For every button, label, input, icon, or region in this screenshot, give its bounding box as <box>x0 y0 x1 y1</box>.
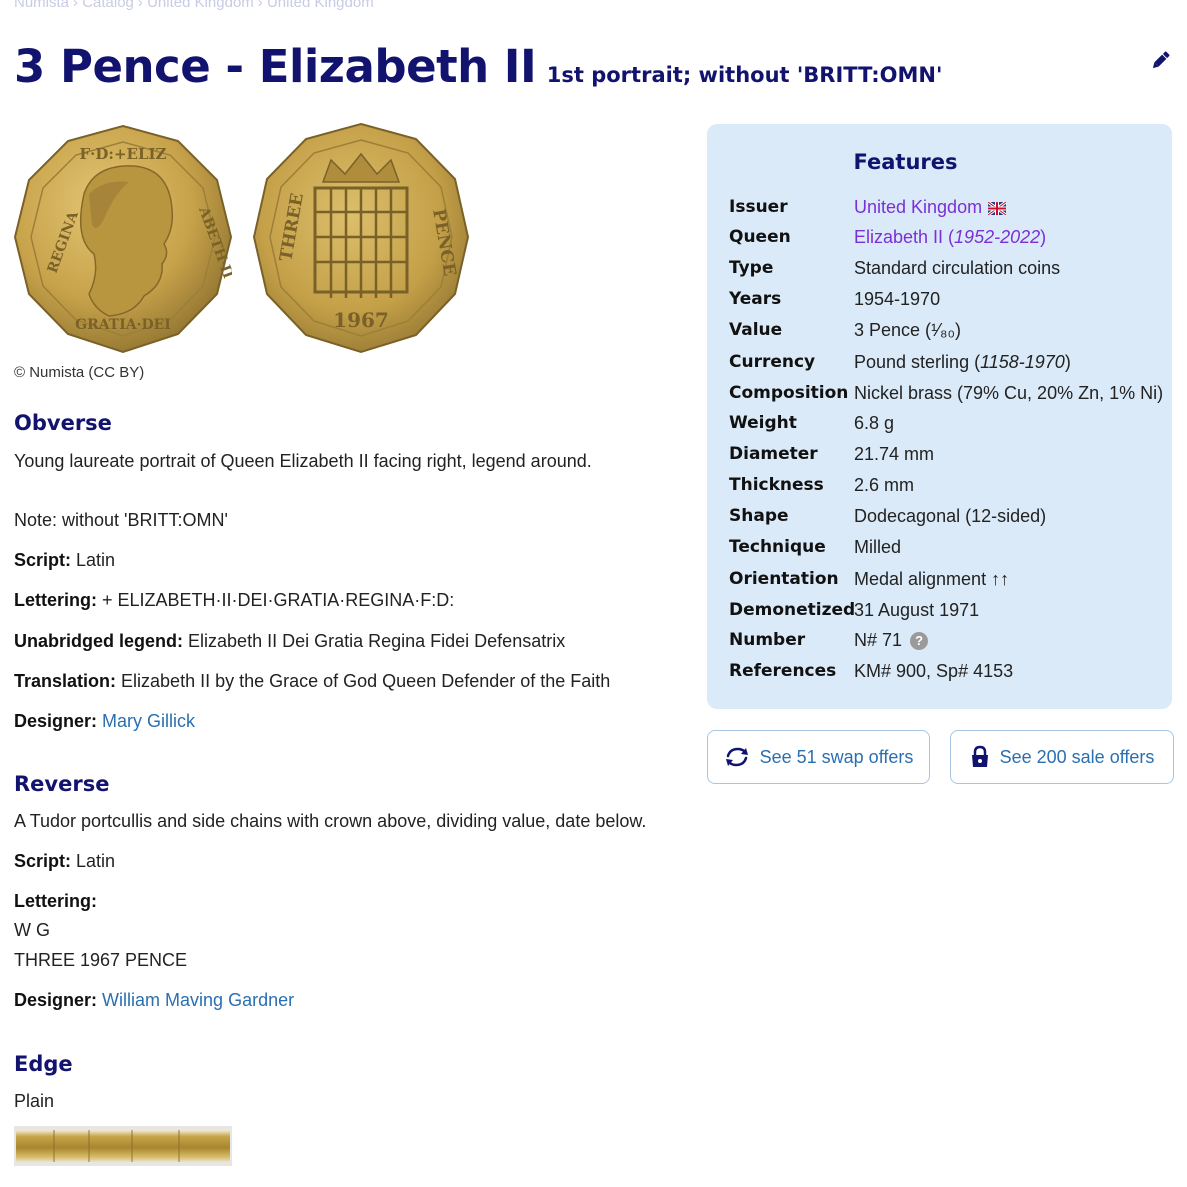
image-credit: © Numista (CC BY) <box>14 364 145 381</box>
obverse-unabridged-legend: Unabridged legend: Elizabeth II Dei Grat… <box>14 631 565 652</box>
feature-label: Queen <box>729 227 791 247</box>
coin-edge-image[interactable] <box>14 1126 232 1166</box>
designer-link[interactable]: William Maving Gardner <box>102 990 294 1010</box>
value: Latin <box>76 851 116 871</box>
edit-pen-icon[interactable] <box>1150 50 1170 72</box>
breadcrumb: Numista › Catalog › United Kingdom › United… <box>14 0 378 11</box>
value: Elizabeth II Dei Gratia Regina Fidei Def… <box>188 631 566 651</box>
feature-label: Years <box>729 289 782 309</box>
feature-label: Diameter <box>729 444 818 464</box>
label: Script: <box>14 550 72 570</box>
feature-value: Pound sterling (1158-1970) <box>854 352 1071 373</box>
feature-label: Number <box>729 630 806 650</box>
currency-years: 1158-1970 <box>980 352 1065 372</box>
reverse-script: Script: Latin <box>14 851 115 872</box>
designer-link[interactable]: Mary Gillick <box>102 711 195 731</box>
coin-title: 3 Pence - Elizabeth II <box>14 40 537 93</box>
feature-label: Issuer <box>729 197 788 217</box>
edge-heading: Edge <box>14 1052 73 1076</box>
currency-name: Pound sterling ( <box>854 352 981 372</box>
breadcrumb-item[interactable]: Catalog <box>82 0 134 11</box>
feature-value: Medal alignment ↑↑ <box>854 569 1010 589</box>
queen-close: ) <box>1040 227 1047 247</box>
page-title: 3 Pence - Elizabeth II 1st portrait; wit… <box>14 40 942 93</box>
number-value: N# 71 <box>854 630 903 650</box>
swap-offers-button[interactable]: See 51 swap offers <box>707 730 930 784</box>
feature-label: References <box>729 661 837 681</box>
value: Elizabeth II by the Grace of God Queen D… <box>121 671 611 691</box>
breadcrumb-item[interactable]: United Kingdom <box>267 0 374 11</box>
technique-link[interactable]: Milled <box>854 537 901 558</box>
svg-text:1967: 1967 <box>333 308 389 332</box>
obverse-description: Young laureate portrait of Queen Elizabe… <box>14 451 592 471</box>
feature-value: 6.8 g <box>854 413 895 433</box>
reverse-lettering-label: Lettering: <box>14 891 97 912</box>
feature-label: Type <box>729 258 774 278</box>
features-panel: Features Issuer United Kingdom Queen Eli… <box>707 124 1172 709</box>
label: Designer: <box>14 711 98 731</box>
feature-label: Currency <box>729 352 816 372</box>
lock-bag-icon <box>971 745 988 767</box>
label: Lettering: <box>14 891 97 911</box>
feature-label: Orientation <box>729 569 839 589</box>
reverse-designer: Designer: William Maving Gardner <box>14 990 294 1011</box>
features-title: Features <box>853 150 958 174</box>
currency-close: ) <box>1064 352 1071 372</box>
reverse-heading: Reverse <box>14 772 110 796</box>
obverse-heading: Obverse <box>14 411 112 435</box>
swap-offers-label: See 51 swap offers <box>759 746 914 767</box>
swap-icon <box>725 747 748 767</box>
obverse-lettering: Lettering: + ELIZABETH·II·DEI·GRATIA·REG… <box>14 590 454 611</box>
help-icon[interactable]: ? <box>910 632 929 650</box>
obverse-script: Script: Latin <box>14 550 115 571</box>
feature-value[interactable]: Elizabeth II (1952-2022) <box>854 227 1046 248</box>
edge-value: Plain <box>14 1091 55 1111</box>
feature-value: N# 71? <box>854 630 929 651</box>
sale-offers-label: See 200 sale offers <box>999 746 1155 767</box>
obverse-note: Note: without 'BRITT:OMN' <box>14 510 228 530</box>
label: Designer: <box>14 990 98 1010</box>
coin-obverse-image[interactable]: F·D:+ELIZ REGINA ABETH·II GRATIA·DEI <box>14 124 232 354</box>
reverse-lettering-line: THREE 1967 PENCE <box>14 950 188 970</box>
feature-label: Shape <box>729 506 789 526</box>
svg-text:F·D:+ELIZ: F·D:+ELIZ <box>80 145 167 163</box>
breadcrumb-item[interactable]: Numista <box>14 0 69 11</box>
coin-subtitle: 1st portrait; without 'BRITT:OMN' <box>546 63 943 87</box>
label: Unabridged legend: <box>14 631 184 651</box>
reverse-lettering-line: W G <box>14 920 50 940</box>
feature-value: 1954-1970 <box>854 289 941 309</box>
obverse-designer: Designer: Mary Gillick <box>14 711 195 732</box>
feature-value: Nickel brass (79% Cu, 20% Zn, 1% Ni) <box>854 383 1164 403</box>
coin-reverse-image[interactable]: THREE PENCE 1967 <box>253 122 469 354</box>
value: + ELIZABETH·II·DEI·GRATIA·REGINA·F:D: <box>102 590 455 610</box>
queen-link[interactable]: Elizabeth II (1952-2022) <box>854 227 1046 247</box>
queen-name: Elizabeth II ( <box>854 227 955 247</box>
uk-flag-icon <box>988 202 1007 215</box>
svg-text:GRATIA·DEI: GRATIA·DEI <box>75 317 171 333</box>
feature-value: Dodecagonal (12-sided) <box>854 506 1047 526</box>
label: Script: <box>14 851 72 871</box>
type-link[interactable]: Standard circulation coins <box>854 258 1060 279</box>
sale-offers-button[interactable]: See 200 sale offers <box>950 730 1174 784</box>
feature-value: 21.74 mm <box>854 444 935 464</box>
feature-value: 2.6 mm <box>854 475 915 495</box>
feature-value: United Kingdom <box>854 197 1007 218</box>
label: Translation: <box>14 671 117 691</box>
feature-label: Demonetized <box>729 600 856 620</box>
feature-value: 3 Pence (¹⁄₈₀) <box>854 320 961 340</box>
feature-label: Value <box>729 320 783 340</box>
breadcrumb-item[interactable]: United Kingdom <box>147 0 254 11</box>
feature-value: 31 August 1971 <box>854 600 980 620</box>
feature-label: Weight <box>729 413 797 433</box>
reverse-description: A Tudor portcullis and side chains with … <box>14 811 647 831</box>
value: Latin <box>76 550 116 570</box>
feature-value: KM# 900, Sp# 4153 <box>854 661 1014 681</box>
feature-label: Thickness <box>729 475 824 495</box>
feature-label: Technique <box>729 537 826 557</box>
feature-label: Composition <box>729 383 849 403</box>
label: Lettering: <box>14 590 97 610</box>
obverse-translation: Translation: Elizabeth II by the Grace o… <box>14 671 610 692</box>
issuer-link[interactable]: United Kingdom <box>854 197 982 217</box>
queen-years: 1952-2022 <box>954 227 1041 247</box>
